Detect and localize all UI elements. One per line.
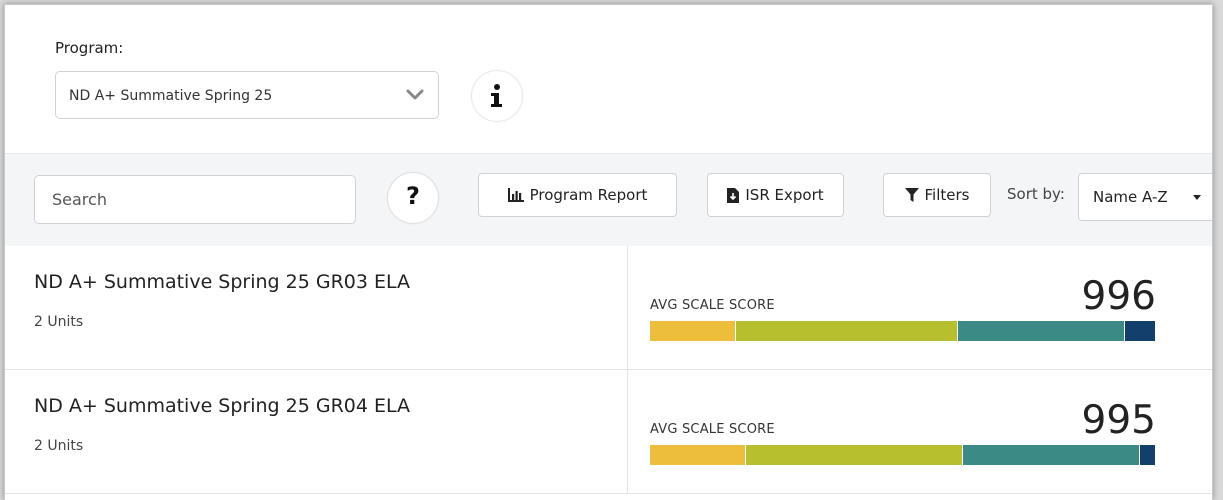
bar-chart-icon	[507, 188, 524, 202]
program-label: Program:	[55, 39, 124, 57]
info-button[interactable]	[472, 71, 522, 121]
performance-distribution-bar	[650, 445, 1155, 465]
program-row[interactable]: ND A+ Summative Spring 25 GR03 ELA 2 Uni…	[5, 246, 1212, 370]
program-panel: Program: ND A+ Summative Spring 25	[5, 5, 1212, 153]
performance-distribution-bar	[650, 321, 1155, 341]
filter-icon	[904, 188, 919, 202]
page-frame: Program: ND A+ Summative Spring 25 ?	[4, 4, 1213, 500]
filters-label: Filters	[924, 186, 970, 204]
sort-select[interactable]: Name A-Z	[1078, 173, 1212, 221]
program-select[interactable]: ND A+ Summative Spring 25	[55, 71, 439, 119]
filters-button[interactable]: Filters	[883, 173, 991, 217]
isr-export-button[interactable]: ISR Export	[707, 173, 844, 217]
program-select-value: ND A+ Summative Spring 25	[69, 88, 273, 104]
avg-scale-score-label: AVG SCALE SCORE	[650, 298, 775, 313]
distribution-segment-level-1	[650, 321, 736, 341]
distribution-segment-level-2	[735, 321, 958, 341]
row-divider	[627, 246, 628, 369]
isr-export-label: ISR Export	[745, 186, 824, 204]
search-input[interactable]	[34, 175, 356, 224]
question-icon: ?	[406, 182, 420, 210]
caret-down-icon	[1193, 195, 1201, 200]
distribution-segment-level-3	[957, 321, 1124, 341]
help-button[interactable]: ?	[388, 173, 438, 223]
program-report-label: Program Report	[529, 186, 648, 204]
distribution-segment-level-2	[745, 445, 963, 465]
avg-scale-score-value: 996	[1081, 274, 1156, 319]
sort-select-value: Name A-Z	[1093, 188, 1168, 206]
avg-scale-score-label: AVG SCALE SCORE	[650, 422, 775, 437]
row-units: 2 Units	[34, 314, 84, 330]
sort-label: Sort by:	[1007, 185, 1065, 203]
row-title: ND A+ Summative Spring 25 GR04 ELA	[34, 395, 411, 417]
avg-scale-score-value: 995	[1081, 398, 1156, 443]
chevron-down-icon	[406, 89, 424, 100]
row-units: 2 Units	[34, 438, 84, 454]
toolbar: ? Program Report ISR Export Filters	[5, 153, 1212, 247]
distribution-segment-level-1	[650, 445, 746, 465]
row-divider	[627, 370, 628, 493]
info-icon	[491, 84, 502, 107]
program-report-button[interactable]: Program Report	[478, 173, 677, 217]
distribution-segment-level-3	[962, 445, 1139, 465]
program-row[interactable]: ND A+ Summative Spring 25 GR04 ELA 2 Uni…	[5, 370, 1212, 494]
row-title: ND A+ Summative Spring 25 GR03 ELA	[34, 271, 411, 293]
distribution-segment-level-4	[1123, 321, 1155, 341]
distribution-segment-level-4	[1138, 445, 1155, 465]
file-download-icon	[727, 187, 740, 203]
